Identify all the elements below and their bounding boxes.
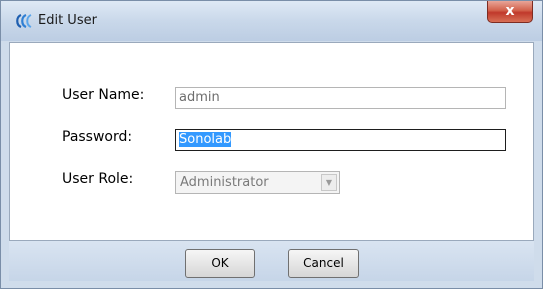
title-bar[interactable]: Edit User x (1, 1, 542, 41)
password-field[interactable]: Sonolab (175, 129, 506, 151)
role-select[interactable]: Administrator ▼ (175, 171, 340, 194)
edit-user-dialog: Edit User x User Name: admin Password: S… (0, 0, 543, 289)
window-title: Edit User (38, 13, 97, 28)
close-icon: x (505, 3, 515, 19)
password-value: Sonolab (179, 132, 232, 147)
role-value: Administrator (180, 175, 269, 190)
button-bar: OK Cancel (9, 241, 534, 281)
chevron-down-icon[interactable]: ▼ (321, 174, 337, 191)
wave-logo-icon (16, 14, 32, 28)
ok-button[interactable]: OK (185, 249, 255, 278)
close-button[interactable]: x (487, 1, 533, 23)
role-label: User Role: (62, 171, 134, 187)
username-label: User Name: (62, 87, 145, 103)
password-label: Password: (62, 129, 133, 145)
cancel-button[interactable]: Cancel (288, 249, 359, 278)
username-field[interactable]: admin (175, 87, 506, 109)
form-panel: User Name: admin Password: Sonolab User … (9, 42, 534, 241)
username-value: admin (179, 90, 220, 105)
